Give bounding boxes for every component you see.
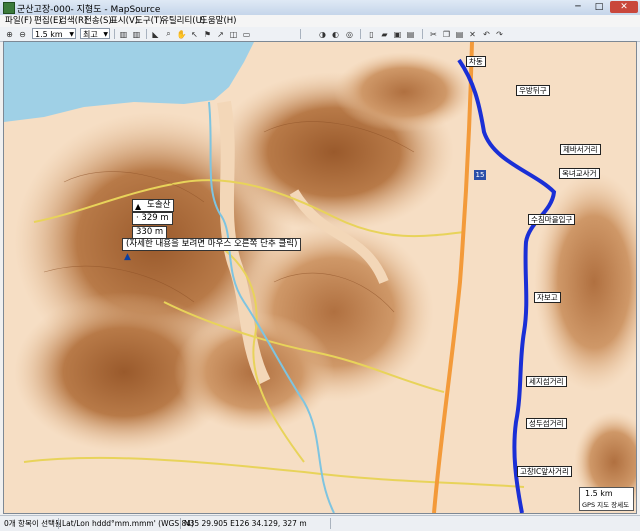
title-bar: 군산고장-000- 지형도 - MapSource ─ □ ✕ — [0, 0, 640, 16]
toolbar-separator — [146, 29, 147, 39]
menu-bar: 파일(F) 편집(E) 검색(R) 전송(S) 표시(V) 도구(T) 유틸리티… — [0, 15, 640, 27]
mountain-icon: ▲ — [135, 202, 142, 211]
topographic-map[interactable] — [4, 42, 636, 513]
waypoint-label[interactable]: 자보고 — [534, 292, 561, 303]
tooltip-hint: (자세한 내용을 보려면 마우스 오른쪽 단추 클릭) — [122, 238, 302, 251]
menu-edit[interactable]: 편집(E) — [34, 15, 62, 27]
road-shield: 15 — [474, 170, 486, 180]
menu-file[interactable]: 파일(F) — [5, 15, 32, 27]
detail-level-select[interactable]: 최고 ▼ — [80, 28, 110, 39]
menu-help[interactable]: 도움말(H) — [200, 15, 236, 27]
waypoint-label[interactable]: 차동 — [466, 56, 486, 67]
window-title: 군산고장-000- 지형도 - MapSource — [17, 5, 161, 15]
selection-tool-icon[interactable]: ↖ — [189, 29, 200, 39]
detail-level-value: 최고 — [83, 30, 98, 39]
paste-icon[interactable]: ▤ — [454, 29, 465, 39]
waypoint-label[interactable]: 세지섬거리 — [526, 376, 567, 387]
waypoint-label[interactable]: 제바서거리 — [560, 144, 601, 155]
status-divider — [180, 518, 181, 529]
menu-view[interactable]: 표시(V) — [110, 15, 138, 27]
waypoint-label[interactable]: 성두섬거리 — [526, 418, 567, 429]
menu-utilities[interactable]: 유틸리티(U) — [161, 15, 205, 27]
maximize-button[interactable]: □ — [589, 1, 609, 13]
map-scale: 1.5 km GPS 지도 장세도 — [579, 487, 634, 511]
waypoint-tool-icon[interactable]: ⚑ — [202, 29, 213, 39]
map-credit: GPS 지도 장세도 — [582, 501, 630, 509]
selection-status: 0개 항목이 선택됨 — [4, 519, 62, 528]
status-divider — [330, 518, 331, 529]
waypoint-label[interactable]: 수침마을입구 — [528, 214, 576, 225]
status-bar: 0개 항목이 선택됨 Lat/Lon hddd°mm.mmm' (WGS 84)… — [0, 515, 640, 531]
mapsource-app-icon — [3, 2, 15, 14]
route-tool-icon[interactable]: ↗ — [215, 29, 226, 39]
cursor-coordinates: N35 29.905 E126 34.129, 327 m — [184, 519, 307, 528]
toolbar: ⊕ ⊖ 1.5 km ▼ 최고 ▼ ▥ ▥ ◣ ⌕ ✋ ↖ ⚑ ↗ ◫ ▭ ◑ … — [0, 27, 640, 42]
tooltip-name: 도솔산 — [147, 200, 171, 210]
scale-label: 1.5 km — [585, 489, 613, 498]
map-download-icon[interactable]: ▥ — [118, 29, 129, 39]
toolbar-separator — [422, 29, 423, 39]
delete-icon[interactable]: ✕ — [467, 29, 478, 39]
toolbar-separator — [114, 29, 115, 39]
zoom-scale-select[interactable]: 1.5 km ▼ — [32, 28, 76, 39]
find-places-icon[interactable]: ◎ — [344, 29, 355, 39]
measure-tool-icon[interactable]: ▭ — [241, 29, 252, 39]
tooltip-elevation: · 329 m — [132, 212, 173, 225]
print-icon[interactable]: ▤ — [405, 29, 416, 39]
zoom-in-icon[interactable]: ⊕ — [4, 29, 15, 39]
new-file-icon[interactable]: ▯ — [366, 29, 377, 39]
waypoint-label[interactable]: 고창IC앞사거리 — [517, 466, 572, 477]
waypoint-label[interactable]: 옥녀교사거 — [559, 168, 600, 179]
open-file-icon[interactable]: ▰ — [379, 29, 390, 39]
save-icon[interactable]: ▣ — [392, 29, 403, 39]
zoom-scale-value: 1.5 km — [35, 30, 63, 39]
peak-marker-icon: ▲ — [124, 252, 131, 262]
chevron-down-icon: ▼ — [69, 31, 74, 38]
receive-from-device-icon[interactable]: ◑ — [317, 29, 328, 39]
menu-tools[interactable]: 도구(T) — [135, 15, 162, 27]
undo-icon[interactable]: ↶ — [481, 29, 492, 39]
map-tool-icon[interactable]: ◣ — [150, 29, 161, 39]
position-format: Lat/Lon hddd°mm.mmm' (WGS 84) — [62, 519, 194, 528]
zoom-tool-icon[interactable]: ⌕ — [163, 29, 174, 39]
minimize-button[interactable]: ─ — [568, 1, 588, 13]
chevron-down-icon: ▼ — [103, 31, 108, 38]
zoom-out-icon[interactable]: ⊖ — [17, 29, 28, 39]
copy-icon[interactable]: ❐ — [441, 29, 452, 39]
toolbar-separator — [300, 29, 301, 39]
menu-transfer[interactable]: 전송(S) — [84, 15, 112, 27]
cut-icon[interactable]: ✂ — [428, 29, 439, 39]
track-tool-icon[interactable]: ◫ — [228, 29, 239, 39]
redo-icon[interactable]: ↷ — [494, 29, 505, 39]
waypoint-label[interactable]: 우방뒤구 — [516, 85, 550, 96]
status-divider — [58, 518, 59, 529]
hand-tool-icon[interactable]: ✋ — [176, 29, 187, 39]
map-view[interactable]: 15 차동 우방뒤구 제바서거리 옥녀교사거 수침마을입구 자보고 세지섬거리 … — [3, 41, 637, 514]
tooltip-peak-name: ▲ 도솔산 — [132, 199, 175, 212]
toolbar-separator — [360, 29, 361, 39]
close-button[interactable]: ✕ — [610, 1, 638, 13]
map-upload-icon[interactable]: ▥ — [131, 29, 142, 39]
send-to-device-icon[interactable]: ◐ — [330, 29, 341, 39]
tooltip-elevation-value: 329 m — [141, 213, 169, 223]
menu-search[interactable]: 검색(R) — [59, 15, 87, 27]
